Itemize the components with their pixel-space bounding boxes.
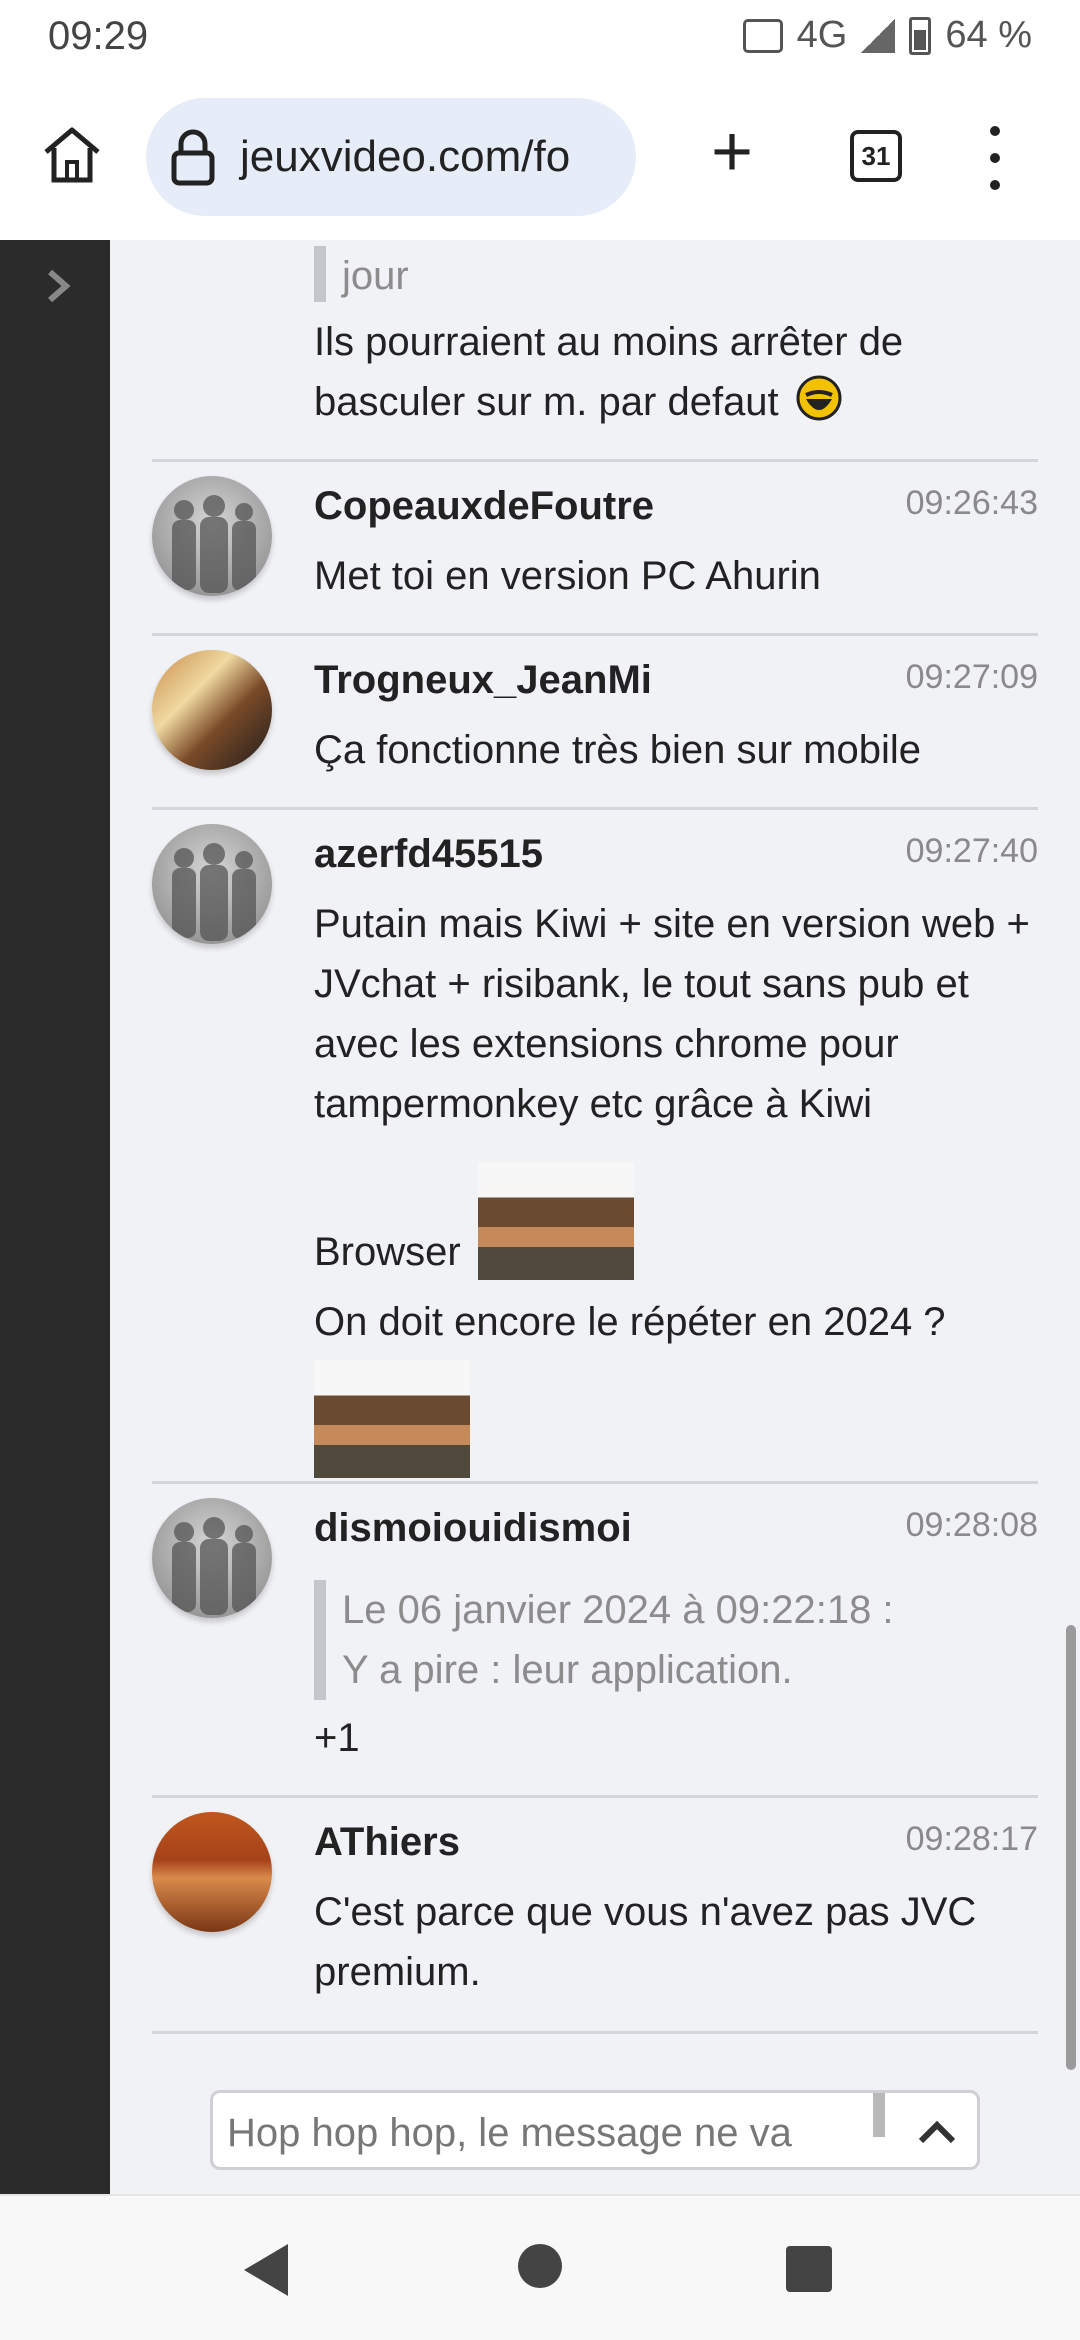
post-text: Putain mais Kiwi + site en version web +…	[314, 902, 1030, 1126]
list-item: azerfd45515 09:27:40 Putain mais Kiwi + …	[152, 810, 1038, 1484]
post-time[interactable]: 09:26:43	[906, 484, 1038, 523]
vibrate-icon	[742, 18, 783, 53]
battery-level: 64 %	[945, 14, 1032, 56]
list-item: AThiers 09:28:17 C'est parce que vous n'…	[152, 1798, 1038, 2034]
avatar[interactable]	[152, 824, 272, 944]
side-panel-rail	[0, 240, 110, 2194]
avatar[interactable]	[152, 1812, 272, 1932]
post-text: Ils pourraient au moins arrêter de bascu…	[314, 320, 904, 424]
sticker-image[interactable]	[478, 1162, 634, 1280]
forum-thread: jour Ils pourraient au moins arrêter de …	[0, 240, 1080, 2194]
silhouettes-icon	[172, 843, 256, 941]
signal-icon	[861, 18, 896, 53]
post-time[interactable]: 09:27:09	[906, 658, 1038, 697]
battery-icon	[909, 16, 932, 55]
list-item: CopeauxdeFoutre 09:26:43 Met toi en vers…	[152, 462, 1038, 636]
post-author[interactable]: Trogneux_JeanMi	[314, 658, 652, 703]
sticker-image[interactable]	[314, 1360, 470, 1478]
post-text: +1	[314, 1716, 360, 1760]
tab-switcher-button[interactable]: 31	[850, 130, 902, 182]
post-time[interactable]: 09:28:08	[906, 1506, 1038, 1545]
chevron-right-icon[interactable]	[38, 266, 78, 306]
status-time: 09:29	[48, 14, 149, 58]
quote-fragment: jour	[314, 246, 409, 302]
avatar[interactable]	[152, 1498, 272, 1618]
post-author[interactable]: AThiers	[314, 1820, 460, 1865]
home-icon[interactable]	[36, 118, 108, 190]
list-item: Trogneux_JeanMi 09:27:09 Ça fonctionne t…	[152, 636, 1038, 810]
silhouettes-icon	[172, 495, 256, 593]
reply-scrollbar[interactable]	[873, 2093, 885, 2137]
status-icons: 4G 64 %	[742, 14, 1032, 57]
post-author[interactable]: azerfd45515	[314, 832, 543, 877]
home-circle-icon[interactable]	[518, 2244, 562, 2288]
list-item: jour Ils pourraient au moins arrêter de …	[152, 240, 1038, 462]
post-text: Ça fonctionne très bien sur mobile	[314, 728, 921, 772]
post-author[interactable]: CopeauxdeFoutre	[314, 484, 654, 529]
laughing-smiley-icon	[796, 375, 842, 421]
new-tab-icon[interactable]: +	[700, 116, 764, 192]
network-label: 4G	[796, 14, 848, 56]
post-author[interactable]: dismoiouidismoi	[314, 1506, 632, 1551]
lock-icon	[171, 129, 215, 186]
post-time[interactable]: 09:28:17	[906, 1820, 1038, 1859]
avatar[interactable]	[152, 476, 272, 596]
browser-toolbar: jeuxvideo.com/fo + 31	[0, 76, 1080, 240]
post-text: C'est parce que vous n'avez pas JVC prem…	[314, 1890, 977, 1994]
avatar[interactable]	[152, 650, 272, 770]
recent-apps-icon[interactable]	[786, 2246, 832, 2292]
reply-input[interactable]: Hop hop hop, le message ne va désormais …	[210, 2090, 980, 2170]
post-text-browser: Browser	[314, 1162, 1038, 1282]
back-icon[interactable]	[244, 2244, 288, 2296]
post-text-2: On doit encore le répéter en 2024 ?	[314, 1300, 946, 1344]
status-bar: 09:29 4G 64 %	[0, 0, 1080, 76]
scrollbar[interactable]	[1066, 1625, 1076, 2070]
url-text: jeuxvideo.com/fo	[240, 132, 571, 181]
chevron-up-icon[interactable]	[913, 2109, 961, 2157]
post-text: Met toi en version PC Ahurin	[314, 554, 821, 598]
post-quote: Le 06 janvier 2024 à 09:22:18 : Y a pire…	[314, 1580, 894, 1700]
system-nav-bar	[0, 2194, 1080, 2340]
silhouettes-icon	[172, 1517, 256, 1615]
overflow-menu-icon[interactable]	[980, 126, 1010, 190]
post-time[interactable]: 09:27:40	[906, 832, 1038, 871]
reply-placeholder: Hop hop hop, le message ne va désormais …	[227, 2111, 792, 2155]
list-item: dismoiouidismoi 09:28:08 Le 06 janvier 2…	[152, 1484, 1038, 1798]
url-bar[interactable]: jeuxvideo.com/fo	[146, 98, 636, 216]
